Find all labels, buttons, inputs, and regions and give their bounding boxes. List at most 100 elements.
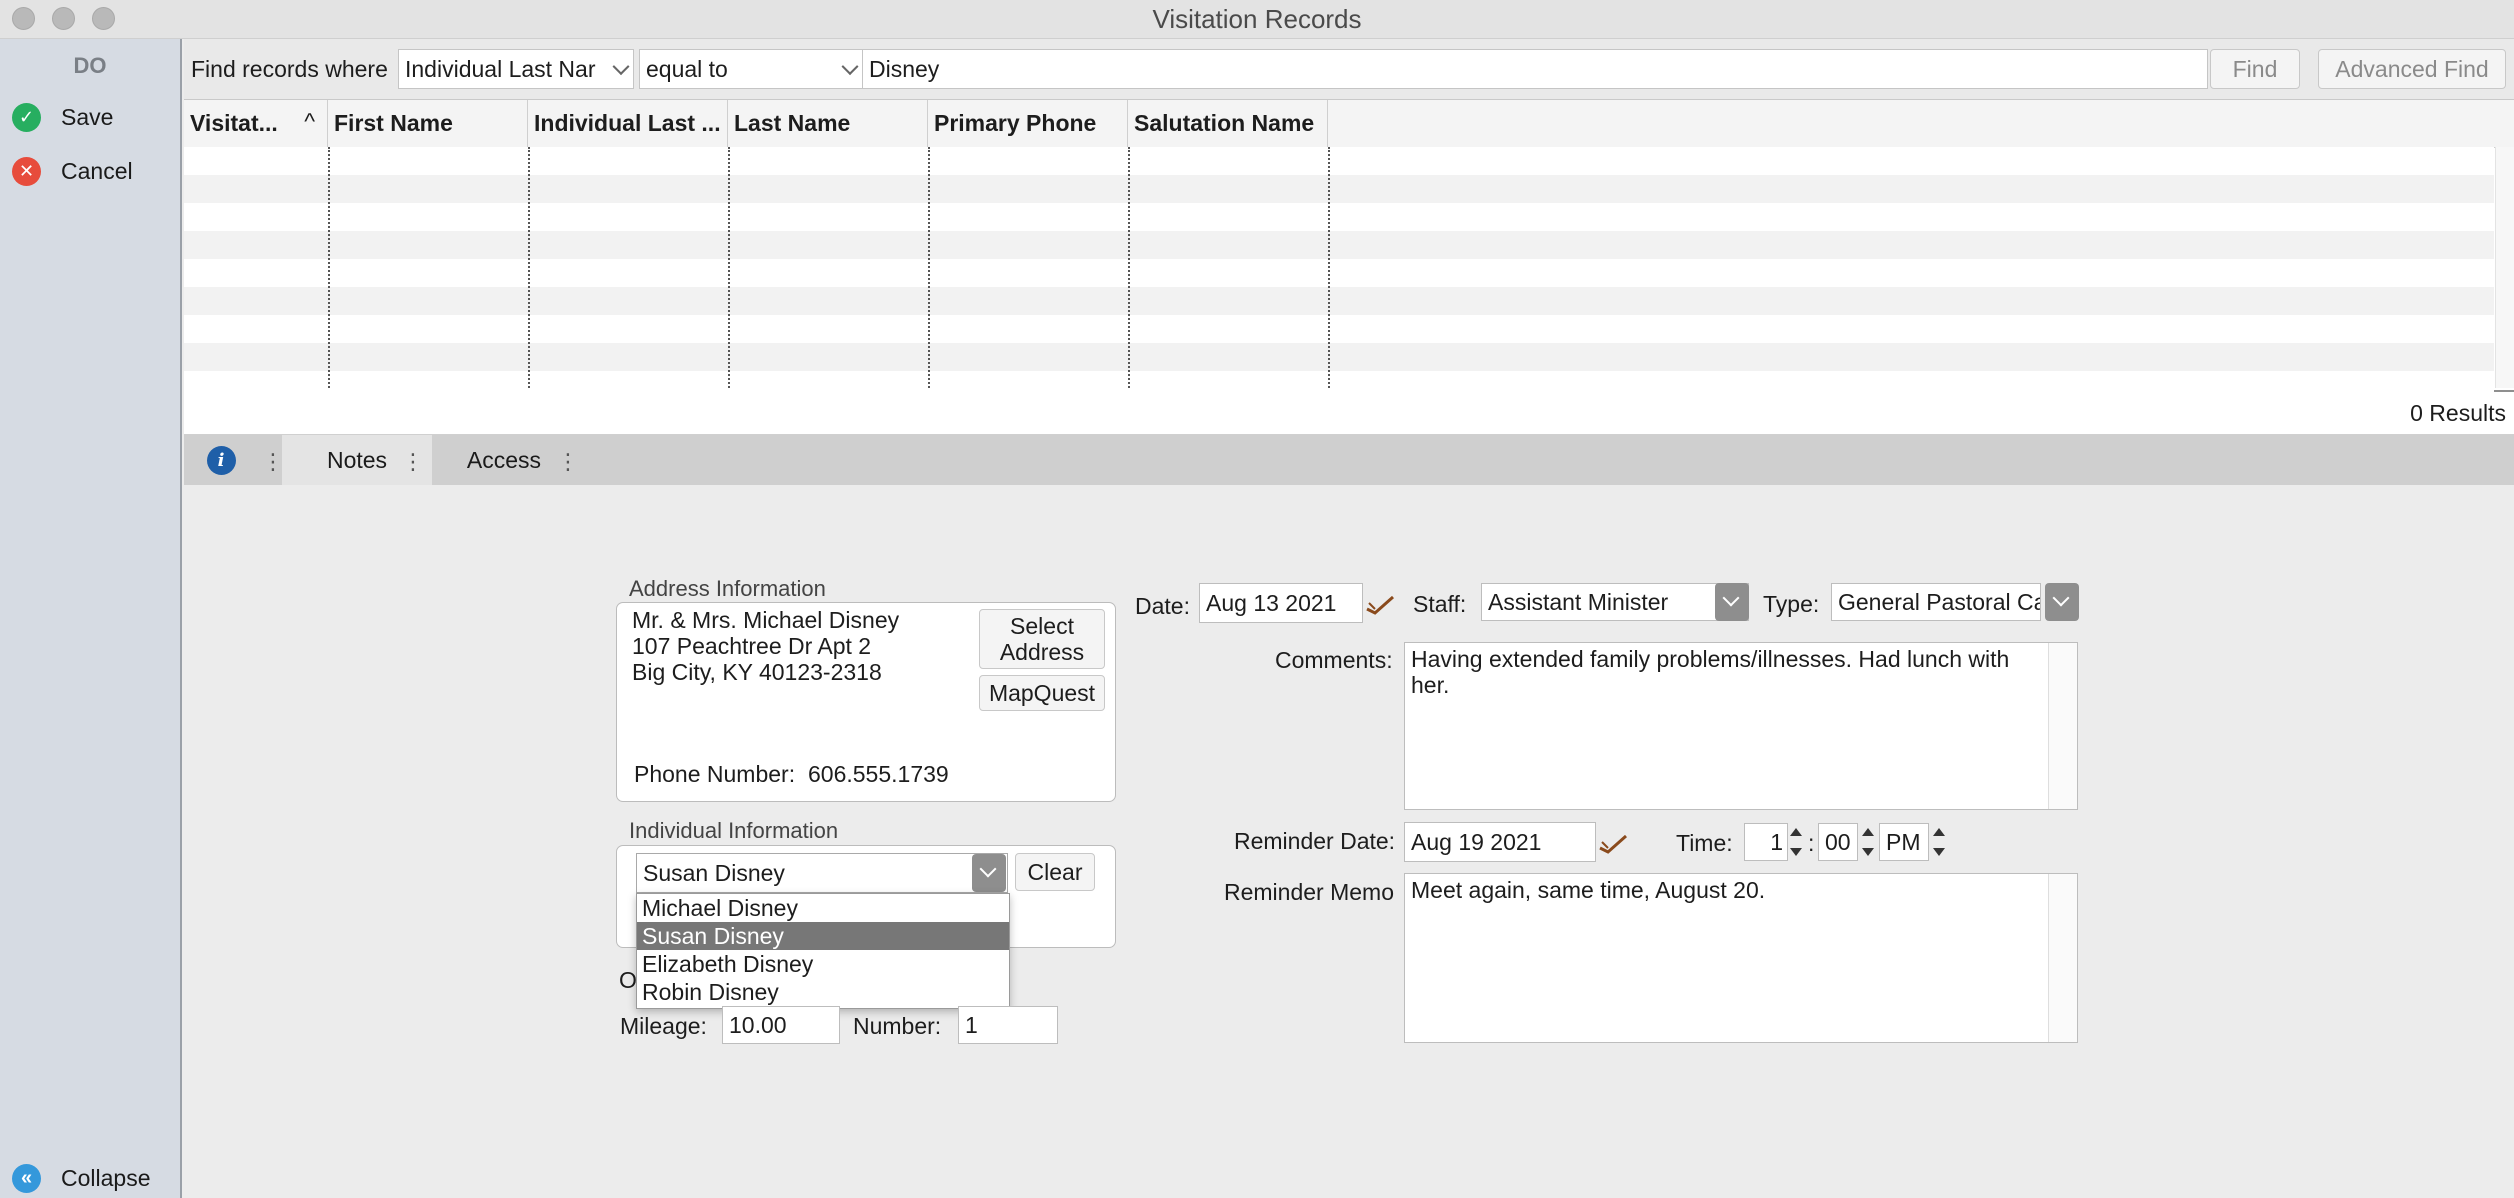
time-hour-field[interactable]: 1 bbox=[1744, 823, 1788, 861]
checkmark-icon: ✓ bbox=[12, 102, 41, 132]
find-button[interactable]: Find bbox=[2210, 49, 2300, 89]
address-line-3: Big City, KY 40123-2318 bbox=[632, 659, 882, 685]
individual-select[interactable]: Susan Disney bbox=[636, 853, 1008, 893]
collapse-label: Collapse bbox=[61, 1164, 151, 1191]
comments-scrollbar[interactable] bbox=[2048, 643, 2077, 809]
column-divider bbox=[928, 147, 930, 388]
calendar-pencil-icon[interactable] bbox=[1598, 832, 1628, 854]
column-header-primary-phone[interactable]: Primary Phone bbox=[928, 100, 1128, 147]
hour-stepper-icon[interactable] bbox=[1788, 824, 1802, 860]
date-label: Date: bbox=[1135, 593, 1190, 619]
reminder-memo-scrollbar[interactable] bbox=[2048, 874, 2077, 1042]
calendar-pencil-icon[interactable] bbox=[1365, 593, 1395, 615]
dropdown-option-susan[interactable]: Susan Disney bbox=[637, 922, 1009, 950]
chevron-down-icon bbox=[612, 58, 630, 76]
time-ampm-field[interactable]: PM bbox=[1879, 823, 1929, 861]
chevron-down-icon bbox=[841, 58, 859, 76]
select-address-button[interactable]: Select Address bbox=[979, 609, 1105, 669]
double-chevron-left-icon: « bbox=[12, 1163, 41, 1193]
table-row[interactable] bbox=[184, 175, 2494, 203]
save-button[interactable]: ✓ Save bbox=[12, 100, 113, 134]
find-field-select[interactable]: Individual Last Nar bbox=[398, 49, 634, 89]
table-header: Visitat... ^ First Name Individual Last … bbox=[184, 100, 2514, 148]
results-table[interactable]: Visitat... ^ First Name Individual Last … bbox=[184, 100, 2514, 399]
comments-textarea[interactable]: Having extended family problems/illnesse… bbox=[1404, 642, 2078, 810]
column-header-salutation-name[interactable]: Salutation Name bbox=[1128, 100, 1328, 147]
phone-value: 606.555.1739 bbox=[808, 761, 949, 787]
info-tab[interactable]: i bbox=[206, 435, 236, 485]
column-divider bbox=[528, 147, 530, 388]
tab-bar: i ⋮ Notes ⋮ Access ⋮ bbox=[184, 435, 2514, 485]
table-row[interactable] bbox=[184, 287, 2494, 315]
results-bar: 0 Results bbox=[184, 392, 2514, 435]
address-group: Mr. & Mrs. Michael Disney 107 Peachtree … bbox=[616, 602, 1116, 802]
cancel-label: Cancel bbox=[61, 157, 133, 184]
column-header-first-name[interactable]: First Name bbox=[328, 100, 528, 147]
column-header-last-name[interactable]: Last Name bbox=[728, 100, 928, 147]
mileage-label: Mileage: bbox=[620, 1013, 707, 1039]
dropdown-option-michael[interactable]: Michael Disney bbox=[637, 894, 1009, 922]
date-field[interactable]: Aug 13 2021 bbox=[1199, 583, 1363, 623]
dropdown-option-elizabeth[interactable]: Elizabeth Disney bbox=[637, 950, 1009, 978]
individual-dropdown-list: Michael Disney Susan Disney Elizabeth Di… bbox=[636, 893, 1010, 1009]
find-operator-value: equal to bbox=[646, 55, 728, 82]
tab-menu-icon[interactable]: ⋮ bbox=[557, 449, 579, 475]
cancel-x-icon: ✕ bbox=[12, 156, 41, 186]
save-label: Save bbox=[61, 103, 114, 130]
ampm-stepper-icon[interactable] bbox=[1931, 824, 1945, 860]
clear-button[interactable]: Clear bbox=[1015, 853, 1095, 891]
time-minute-field[interactable]: 00 bbox=[1818, 823, 1858, 861]
table-row[interactable] bbox=[184, 259, 2494, 287]
table-row[interactable] bbox=[184, 315, 2494, 343]
tab-menu-icon[interactable]: ⋮ bbox=[262, 449, 284, 475]
phone-label: Phone Number: bbox=[634, 761, 796, 787]
cancel-button[interactable]: ✕ Cancel bbox=[12, 154, 133, 188]
column-divider bbox=[728, 147, 730, 388]
minute-stepper-icon[interactable] bbox=[1860, 824, 1874, 860]
mileage-field[interactable]: 10.00 bbox=[722, 1006, 840, 1044]
individual-group-label: Individual Information bbox=[629, 818, 839, 843]
search-input-value: Disney bbox=[869, 55, 940, 82]
table-row[interactable] bbox=[184, 231, 2494, 259]
tab-access[interactable]: Access bbox=[434, 435, 574, 485]
number-label: Number: bbox=[853, 1013, 942, 1039]
advanced-find-button[interactable]: Advanced Find bbox=[2318, 49, 2506, 89]
reminder-date-field[interactable]: Aug 19 2021 bbox=[1404, 822, 1596, 862]
type-select[interactable]: General Pastoral Ca bbox=[1831, 583, 2041, 621]
chevron-down-icon[interactable] bbox=[972, 854, 1006, 892]
column-header-visitation[interactable]: Visitat... ^ bbox=[184, 100, 328, 147]
dropdown-option-robin[interactable]: Robin Disney bbox=[637, 978, 1009, 1006]
search-input[interactable]: Disney bbox=[862, 49, 2208, 89]
column-header-individual-last[interactable]: Individual Last ... bbox=[528, 100, 728, 147]
column-divider bbox=[1128, 147, 1130, 388]
table-scrollbar[interactable] bbox=[2495, 147, 2514, 388]
chevron-down-icon[interactable] bbox=[1715, 583, 1749, 621]
chevron-down-icon[interactable] bbox=[2045, 583, 2079, 621]
table-row[interactable] bbox=[184, 203, 2494, 231]
reminder-memo-label: Reminder Memo bbox=[1224, 879, 1394, 905]
comments-label: Comments: bbox=[1275, 647, 1393, 673]
address-line-1: Mr. & Mrs. Michael Disney bbox=[632, 607, 900, 633]
table-row[interactable] bbox=[184, 147, 2494, 175]
find-operator-select[interactable]: equal to bbox=[639, 49, 863, 89]
number-field[interactable]: 1 bbox=[958, 1006, 1058, 1044]
individual-selected-value: Susan Disney bbox=[643, 859, 785, 886]
table-row[interactable] bbox=[184, 343, 2494, 371]
column-divider bbox=[1328, 147, 1330, 388]
collapse-button[interactable]: « Collapse bbox=[12, 1161, 151, 1195]
reminder-date-label: Reminder Date: bbox=[1234, 828, 1396, 854]
info-icon: i bbox=[206, 445, 236, 475]
obscured-label: O bbox=[619, 967, 637, 993]
find-field-value: Individual Last Nar bbox=[405, 55, 596, 82]
mapquest-button[interactable]: MapQuest bbox=[979, 675, 1105, 711]
staff-select[interactable]: Assistant Minister bbox=[1481, 583, 1749, 621]
address-group-label: Address Information bbox=[629, 576, 826, 601]
tab-menu-icon[interactable]: ⋮ bbox=[402, 449, 424, 475]
sidebar-heading: DO bbox=[73, 53, 107, 78]
find-bar: Find records where Individual Last Nar e… bbox=[184, 39, 2514, 100]
sort-ascending-icon: ^ bbox=[304, 108, 315, 134]
window-titlebar: Visitation Records bbox=[0, 0, 2514, 39]
column-divider bbox=[328, 147, 330, 388]
reminder-memo-textarea[interactable]: Meet again, same time, August 20. bbox=[1404, 873, 2078, 1043]
results-count: 0 Results bbox=[2410, 400, 2506, 426]
